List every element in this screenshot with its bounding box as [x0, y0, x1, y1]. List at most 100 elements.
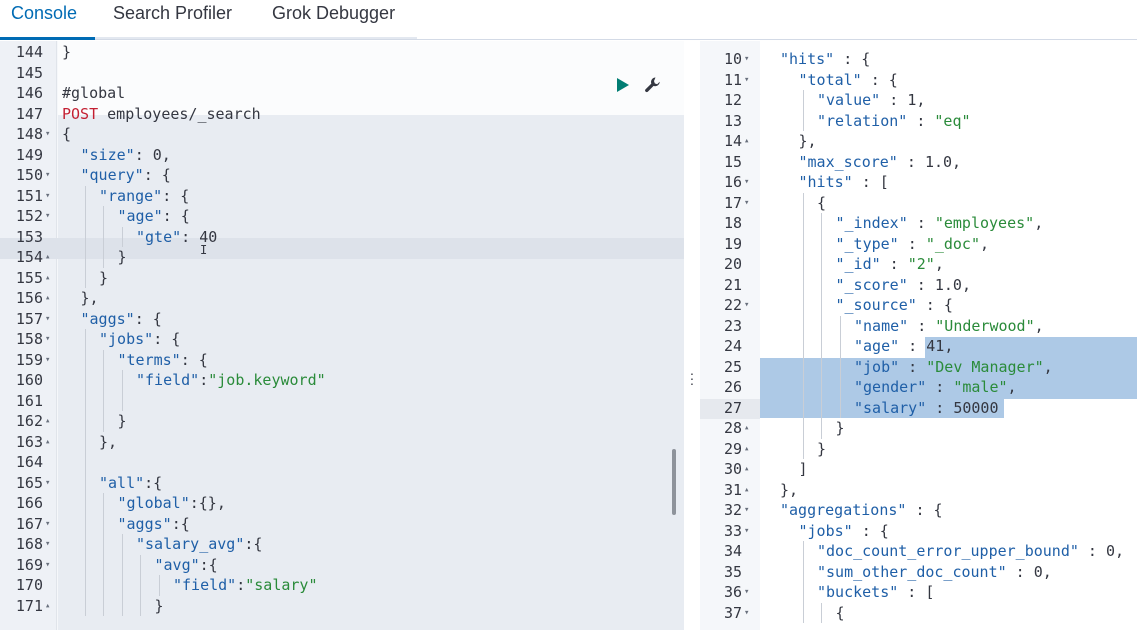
- code-line: 147 POST employees/_search: [0, 104, 684, 125]
- code-line: 19 "_type" : "_doc",: [700, 233, 1137, 254]
- indent-guide: [103, 575, 104, 596]
- line-number: 18: [723, 214, 742, 232]
- fold-close-icon[interactable]: ▴: [45, 247, 55, 268]
- fold-open-icon[interactable]: ▾: [744, 521, 754, 542]
- fold-open-icon[interactable]: ▾: [45, 350, 55, 371]
- fold-open-icon[interactable]: ▾: [45, 186, 55, 207]
- fold-open-icon[interactable]: ▾: [45, 124, 55, 145]
- indent-guide: [84, 267, 86, 288]
- indent-guide: [84, 390, 86, 411]
- code-token: "aggregations": [780, 501, 907, 519]
- fold-open-icon[interactable]: ▾: [45, 555, 55, 576]
- indent-guide: [84, 411, 86, 432]
- code-token: }: [117, 412, 127, 430]
- fold-open-icon[interactable]: ▾: [744, 500, 754, 521]
- fold-open-icon[interactable]: ▾: [45, 329, 55, 350]
- fold-open-icon[interactable]: ▾: [744, 295, 754, 316]
- code-token: "hits": [798, 173, 853, 191]
- indent-guide: [84, 452, 86, 473]
- tab-console[interactable]: Console: [11, 0, 77, 40]
- indent-guide: [103, 206, 104, 227]
- fold-close-icon[interactable]: ▴: [744, 439, 754, 460]
- fold-open-icon[interactable]: ▾: [45, 514, 55, 535]
- code-token: "size": [80, 145, 135, 164]
- fold-close-icon[interactable]: ▴: [45, 411, 55, 432]
- fold-open-icon[interactable]: ▾: [744, 582, 754, 603]
- code-token: POST: [62, 104, 108, 123]
- fold-open-icon[interactable]: ▾: [45, 309, 55, 330]
- code-line: 156 ▴},: [0, 288, 684, 309]
- code-token: "salary": [854, 398, 927, 417]
- code-token: :: [899, 337, 927, 355]
- code-token: : {: [906, 501, 943, 519]
- wrench-icon[interactable]: [644, 76, 662, 94]
- code-line: 27 "salary" : 50000: [700, 397, 1137, 418]
- editor-scrollbar[interactable]: [672, 449, 676, 515]
- fold-open-icon[interactable]: ▾: [744, 603, 754, 624]
- fold-close-icon[interactable]: ▴: [45, 596, 55, 617]
- fold-close-icon[interactable]: ▴: [744, 459, 754, 480]
- indent-guide: [84, 247, 86, 268]
- request-editor[interactable]: 144} 145 146 #global 147 POST employees/_sear…: [0, 41, 684, 630]
- code-text: "max_score" : 1.0,: [799, 152, 962, 173]
- code-token: "employees": [934, 214, 1035, 232]
- fold-open-icon[interactable]: ▾: [45, 534, 55, 555]
- code-token: },: [80, 289, 99, 307]
- fold-open-icon[interactable]: ▾: [744, 49, 754, 70]
- line-number: 151: [15, 186, 43, 205]
- indent-guide: [821, 377, 822, 398]
- fold-open-icon[interactable]: ▾: [45, 165, 55, 186]
- play-icon[interactable]: [615, 77, 631, 93]
- code-token: "gender": [854, 378, 927, 396]
- code-text: "name" : "Underwood",: [854, 316, 1044, 337]
- indent-guide: [121, 575, 123, 596]
- fold-close-icon[interactable]: ▴: [744, 131, 754, 152]
- fold-open-icon[interactable]: ▾: [744, 172, 754, 193]
- code-token: : {: [143, 166, 171, 184]
- line-number: 157: [15, 309, 43, 328]
- code-token: :: [907, 111, 935, 130]
- line-number: 170: [15, 576, 43, 594]
- code-line: 158 ▾ "jobs": {: [0, 329, 684, 350]
- code-line: 170 "field":"salary": [0, 575, 684, 596]
- fold-close-icon[interactable]: ▴: [45, 288, 55, 309]
- code-token: "value": [817, 91, 881, 109]
- code-token: },: [780, 480, 799, 499]
- fold-close-icon[interactable]: ▴: [45, 432, 55, 453]
- code-text: "query": {: [81, 165, 171, 186]
- fold-open-icon[interactable]: ▾: [45, 473, 55, 494]
- tab-search-profiler[interactable]: Search Profiler: [113, 0, 232, 40]
- response-output[interactable]: 10 ▾ "hits" : {11 ▾ "total" : {12 "value" : 1…: [700, 41, 1137, 630]
- line-number: 166: [15, 494, 43, 512]
- code-line: 148 ▾ {: [0, 124, 684, 145]
- indent-guide: [802, 192, 804, 213]
- fold-open-icon[interactable]: ▾: [45, 206, 55, 227]
- code-token: {: [817, 193, 827, 212]
- code-token: : {: [916, 296, 953, 314]
- indent-guide: [802, 438, 804, 459]
- fold-close-icon[interactable]: ▴: [744, 480, 754, 501]
- indent-guide: [839, 315, 841, 336]
- code-token: :: [908, 316, 936, 335]
- fold-close-icon[interactable]: ▴: [744, 418, 754, 439]
- code-line: 149 "size": 0,: [0, 145, 684, 166]
- indent-guide: [802, 377, 804, 398]
- fold-open-icon[interactable]: ▾: [744, 70, 754, 91]
- code-token: ,: [1007, 378, 1017, 396]
- indent-guide: [84, 513, 86, 534]
- line-number: 165: [15, 473, 43, 492]
- code-token: :: [897, 152, 925, 171]
- indent-guide: [821, 295, 822, 316]
- fold-close-icon[interactable]: ▴: [45, 268, 55, 289]
- code-text: },: [99, 432, 117, 453]
- code-token: "eq": [934, 111, 971, 130]
- panel-resizer[interactable]: · · ·: [684, 41, 700, 630]
- fold-open-icon[interactable]: ▾: [744, 193, 754, 214]
- line-number: 161: [15, 391, 43, 410]
- code-token: }: [154, 596, 164, 615]
- tab-grok-debugger[interactable]: Grok Debugger: [272, 0, 395, 40]
- code-token: :: [236, 576, 246, 594]
- indent-guide: [821, 315, 822, 336]
- code-token: "job.keyword": [208, 371, 326, 389]
- code-line: 151 ▾ "range": {: [0, 185, 684, 207]
